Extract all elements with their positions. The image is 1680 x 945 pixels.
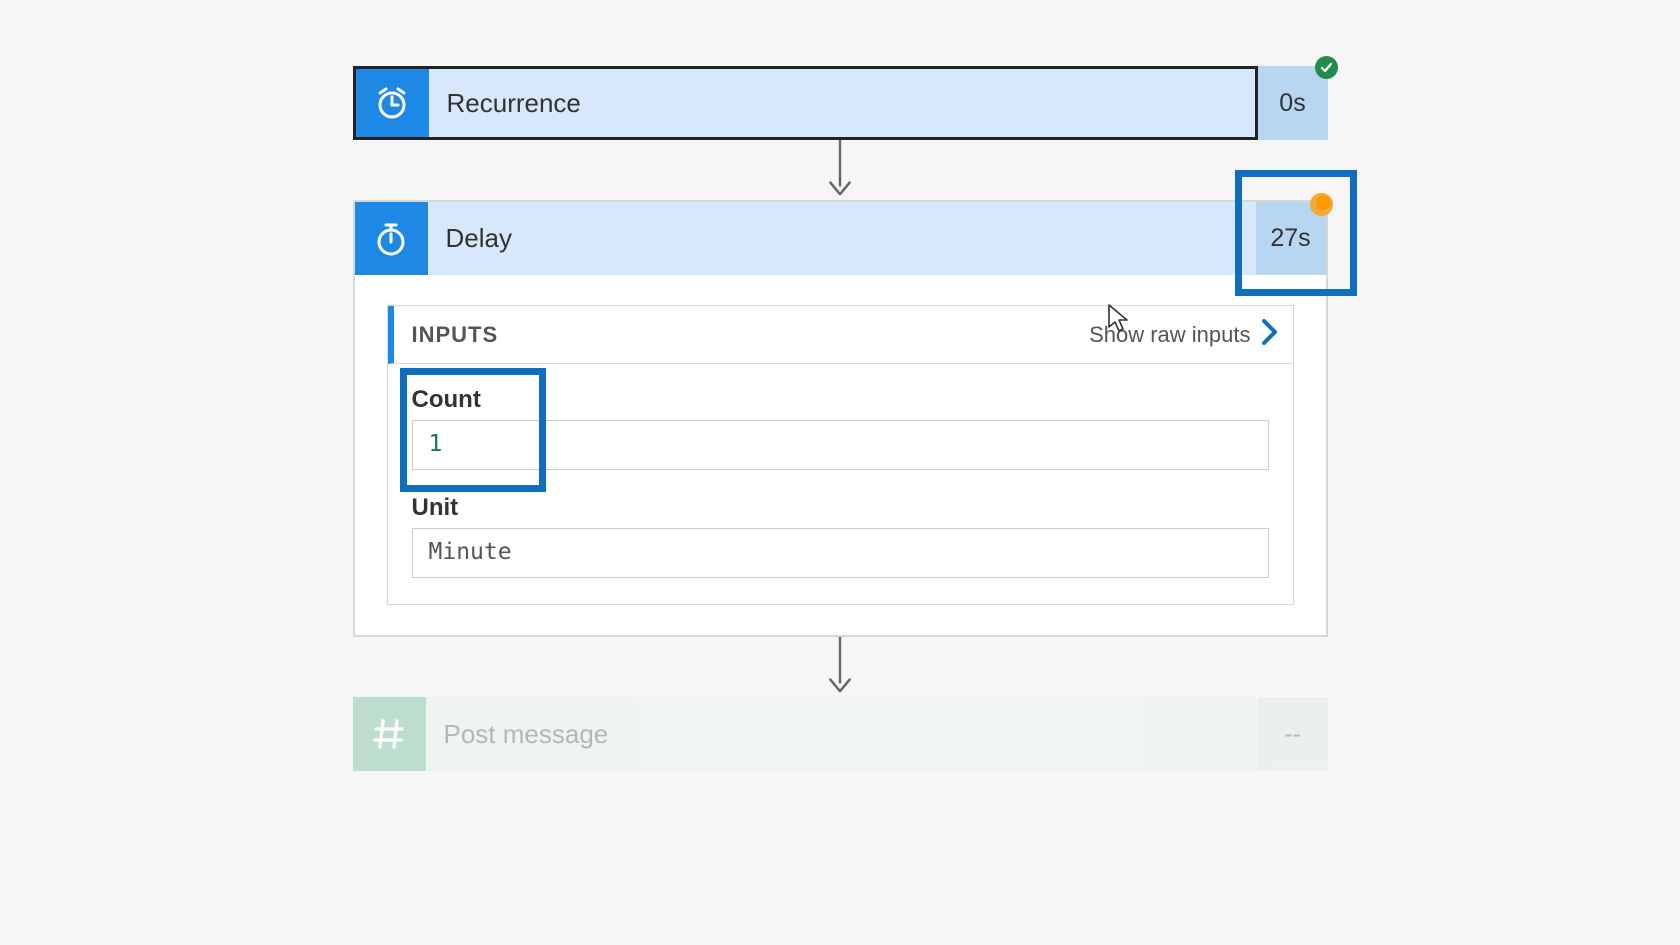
running-status-icon bbox=[1310, 193, 1333, 216]
count-label: Count bbox=[412, 386, 1269, 414]
step-post-message-title: Post message bbox=[426, 697, 1258, 771]
step-recurrence-duration: 0s bbox=[1258, 66, 1328, 140]
unit-label: Unit bbox=[412, 494, 1269, 522]
stopwatch-icon bbox=[355, 202, 428, 275]
step-recurrence-title: Recurrence bbox=[429, 69, 1255, 137]
unit-value: Minute bbox=[412, 528, 1269, 578]
chevron-right-icon bbox=[1261, 318, 1279, 352]
success-status-icon bbox=[1315, 56, 1338, 79]
step-post-message[interactable]: Post message -- bbox=[353, 697, 1328, 771]
show-raw-inputs-label: Show raw inputs bbox=[1089, 322, 1250, 348]
step-post-message-duration: -- bbox=[1258, 697, 1328, 771]
inputs-panel: INPUTS Show raw inputs Count 1 Unit bbox=[387, 305, 1294, 605]
inputs-section-title: INPUTS bbox=[412, 322, 1090, 348]
show-raw-inputs-link[interactable]: Show raw inputs bbox=[1089, 318, 1278, 352]
step-delay[interactable]: Delay 27s INPUTS Show raw inputs bbox=[353, 200, 1328, 637]
flow-connector bbox=[825, 637, 855, 697]
step-delay-title: Delay bbox=[428, 202, 1256, 275]
step-recurrence[interactable]: Recurrence 0s bbox=[353, 66, 1328, 140]
hash-icon bbox=[353, 697, 426, 771]
flow-connector bbox=[825, 140, 855, 200]
count-value: 1 bbox=[412, 420, 1269, 470]
alarm-clock-icon bbox=[356, 69, 429, 137]
